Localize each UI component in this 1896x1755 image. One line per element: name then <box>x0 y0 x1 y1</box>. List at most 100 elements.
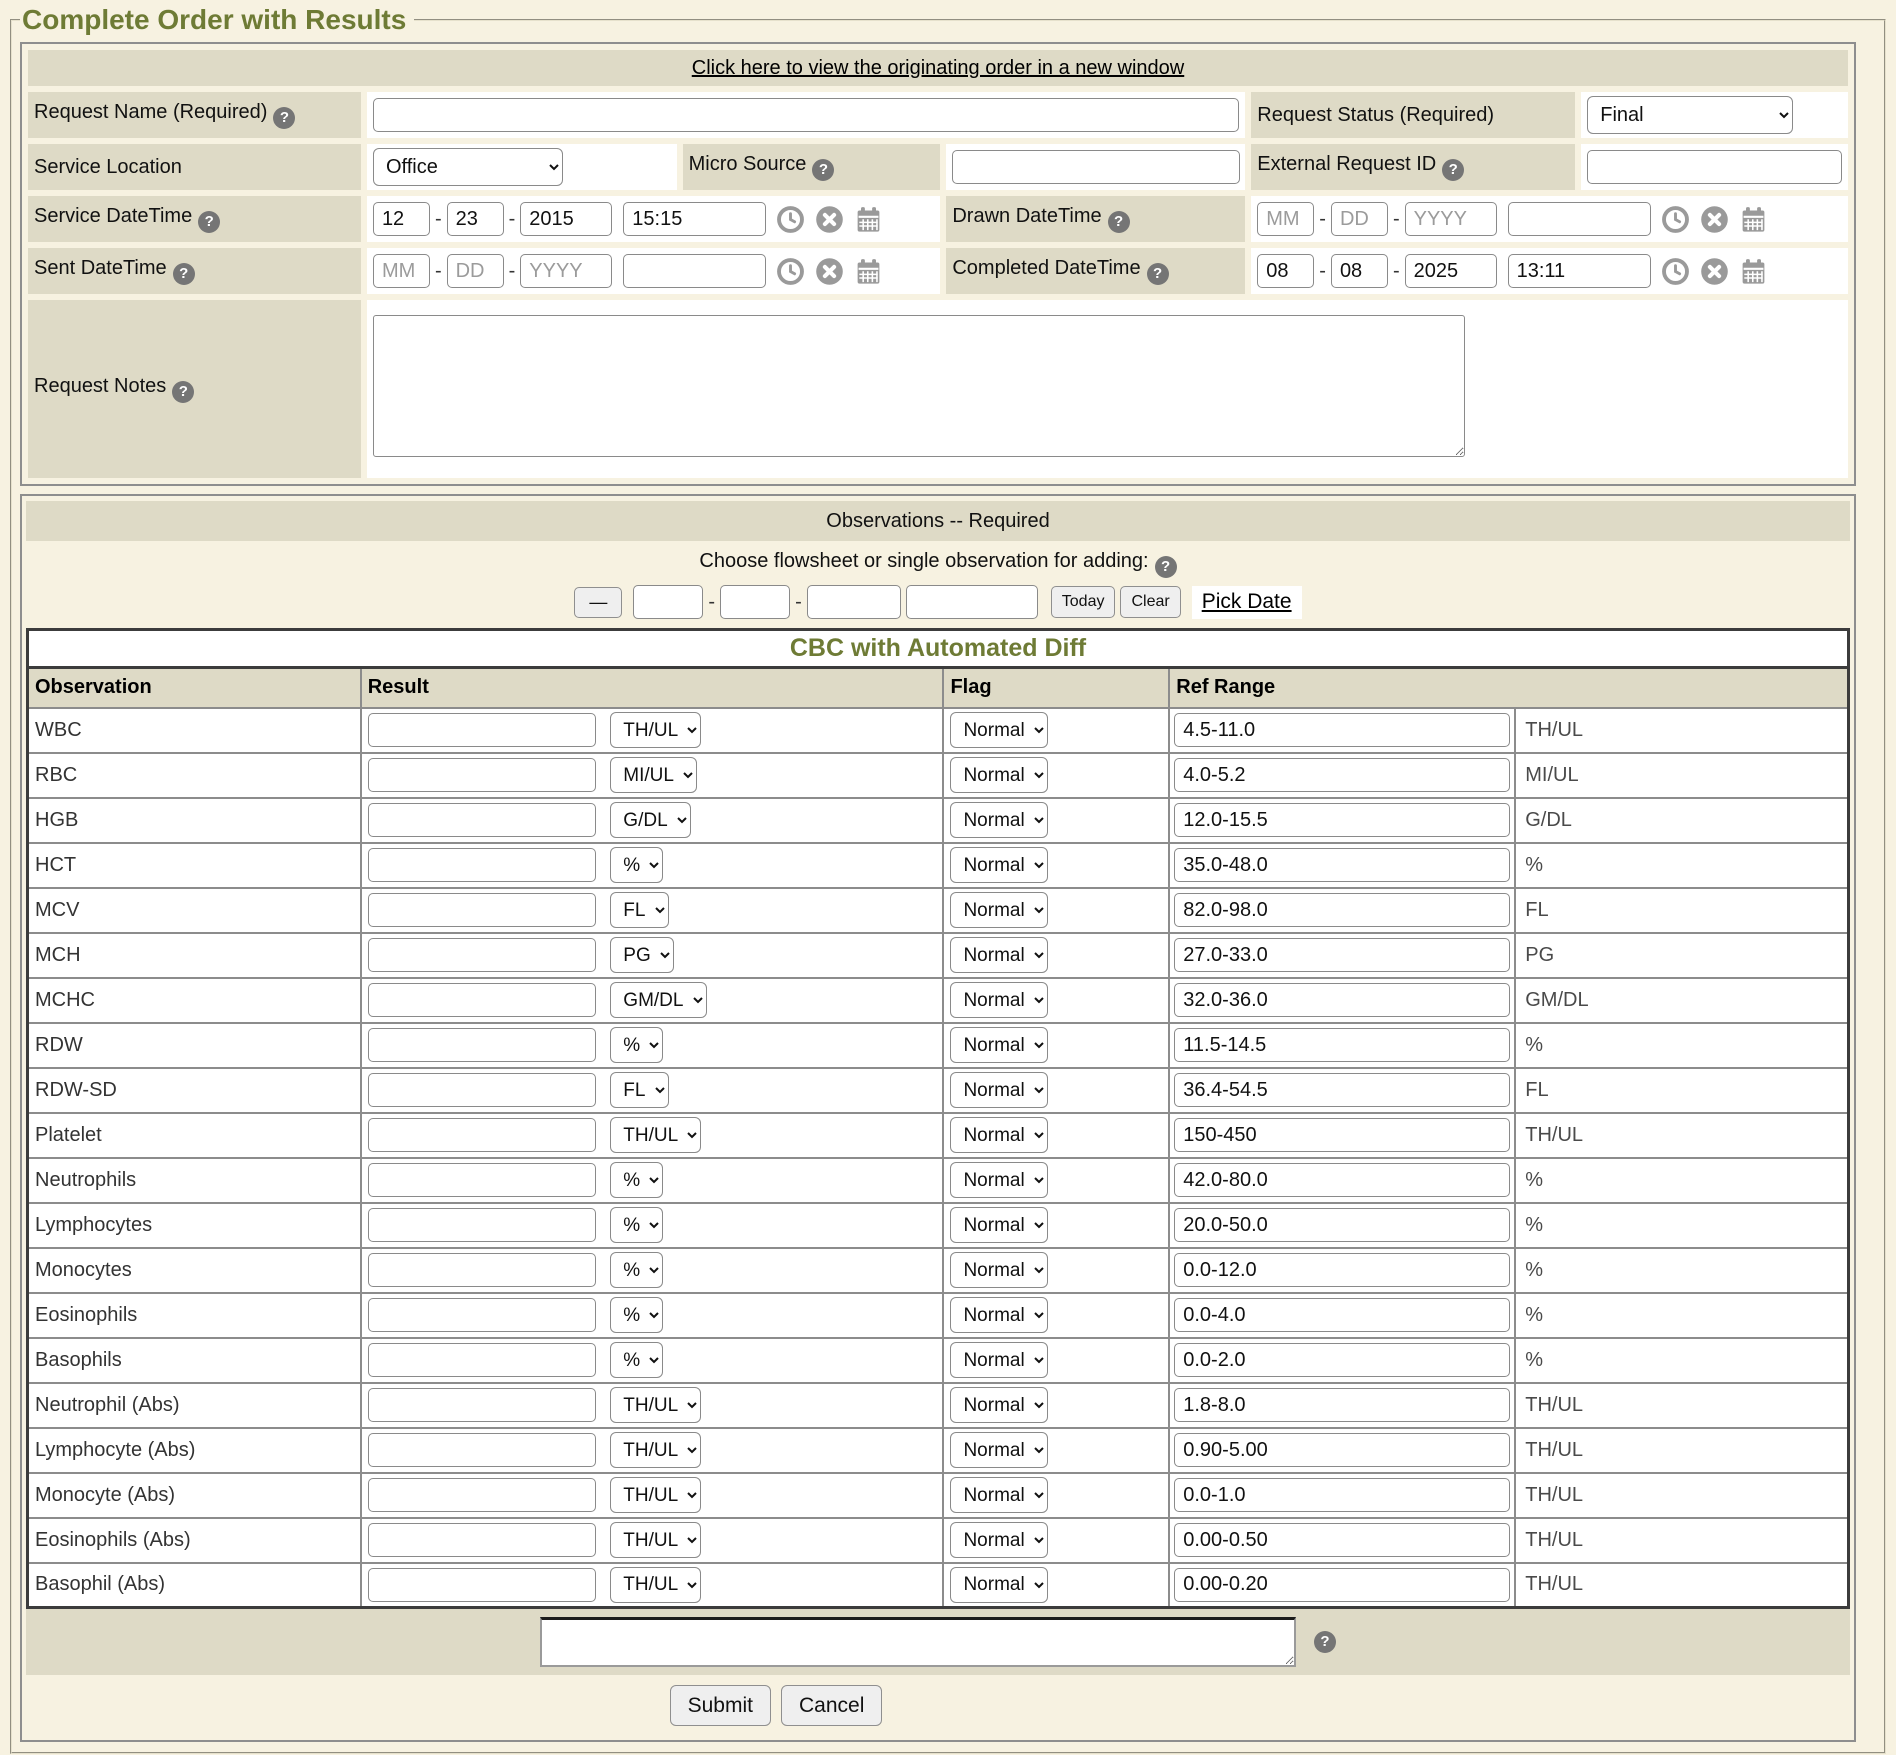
result-unit-select[interactable]: % <box>610 1207 663 1243</box>
drawn-year-input[interactable] <box>1405 202 1497 236</box>
ref-range-input[interactable] <box>1174 1433 1510 1467</box>
result-input[interactable] <box>368 1208 596 1242</box>
flag-select[interactable]: Normal <box>950 1567 1048 1603</box>
flag-select[interactable]: Normal <box>950 937 1048 973</box>
service-location-select[interactable]: Office <box>373 148 563 186</box>
flag-select[interactable]: Normal <box>950 1207 1048 1243</box>
result-input[interactable] <box>368 983 596 1017</box>
calendar-icon[interactable] <box>1739 257 1768 286</box>
help-icon[interactable]: ? <box>173 263 195 285</box>
micro-source-input[interactable] <box>952 150 1240 184</box>
flag-select[interactable]: Normal <box>950 1342 1048 1378</box>
request-name-input[interactable] <box>373 98 1239 132</box>
clock-icon[interactable] <box>1661 205 1690 234</box>
flag-select[interactable]: Normal <box>950 1522 1048 1558</box>
flag-select[interactable]: Normal <box>950 802 1048 838</box>
sent-time-input[interactable] <box>623 254 766 288</box>
completed-time-input[interactable] <box>1508 254 1651 288</box>
result-input[interactable] <box>368 1253 596 1287</box>
result-input[interactable] <box>368 1118 596 1152</box>
help-icon[interactable]: ? <box>1314 1631 1336 1653</box>
result-input[interactable] <box>368 1433 596 1467</box>
result-unit-select[interactable]: % <box>610 1027 663 1063</box>
flag-select[interactable]: Normal <box>950 1027 1048 1063</box>
result-unit-select[interactable]: GM/DL <box>610 982 707 1018</box>
flag-select[interactable]: Normal <box>950 1162 1048 1198</box>
sent-year-input[interactable] <box>520 254 612 288</box>
result-input[interactable] <box>368 893 596 927</box>
service-year-input[interactable] <box>520 202 612 236</box>
result-unit-select[interactable]: TH/UL <box>610 712 701 748</box>
flag-select[interactable]: Normal <box>950 1432 1048 1468</box>
result-input[interactable] <box>368 713 596 747</box>
service-month-input[interactable] <box>373 202 430 236</box>
completed-month-input[interactable] <box>1257 254 1314 288</box>
clock-icon[interactable] <box>1661 257 1690 286</box>
request-notes-textarea[interactable] <box>373 315 1465 457</box>
help-icon[interactable]: ? <box>812 159 834 181</box>
sent-month-input[interactable] <box>373 254 430 288</box>
calendar-icon[interactable] <box>1739 205 1768 234</box>
ref-range-input[interactable] <box>1174 1118 1510 1152</box>
help-icon[interactable]: ? <box>198 211 220 233</box>
flag-select[interactable]: Normal <box>950 757 1048 793</box>
result-input[interactable] <box>368 1343 596 1377</box>
ref-range-input[interactable] <box>1174 1208 1510 1242</box>
result-input[interactable] <box>368 1163 596 1197</box>
result-input[interactable] <box>368 803 596 837</box>
help-icon[interactable]: ? <box>172 381 194 403</box>
ref-range-input[interactable] <box>1174 713 1510 747</box>
ref-range-input[interactable] <box>1174 1298 1510 1332</box>
flag-select[interactable]: Normal <box>950 1477 1048 1513</box>
service-day-input[interactable] <box>447 202 504 236</box>
clear-datetime-icon[interactable] <box>1700 205 1729 234</box>
completed-day-input[interactable] <box>1331 254 1388 288</box>
drawn-month-input[interactable] <box>1257 202 1314 236</box>
clear-datetime-icon[interactable] <box>1700 257 1729 286</box>
flag-select[interactable]: Normal <box>950 1297 1048 1333</box>
completed-year-input[interactable] <box>1405 254 1497 288</box>
clock-icon[interactable] <box>776 205 805 234</box>
flag-select[interactable]: Normal <box>950 1252 1048 1288</box>
help-icon[interactable]: ? <box>1147 263 1169 285</box>
result-input[interactable] <box>368 1523 596 1557</box>
help-icon[interactable]: ? <box>273 107 295 129</box>
view-originating-order-link[interactable]: Click here to view the originating order… <box>692 57 1184 79</box>
ref-range-input[interactable] <box>1174 1163 1510 1197</box>
result-unit-select[interactable]: FL <box>610 892 669 928</box>
help-icon[interactable]: ? <box>1442 159 1464 181</box>
drawn-day-input[interactable] <box>1331 202 1388 236</box>
result-unit-select[interactable]: TH/UL <box>610 1387 701 1423</box>
result-input[interactable] <box>368 938 596 972</box>
result-input[interactable] <box>368 1568 596 1602</box>
result-input[interactable] <box>368 1298 596 1332</box>
flowsheet-date-time-input[interactable] <box>906 585 1038 619</box>
help-icon[interactable]: ? <box>1108 211 1130 233</box>
result-unit-select[interactable]: % <box>610 1297 663 1333</box>
flag-select[interactable]: Normal <box>950 1387 1048 1423</box>
drawn-time-input[interactable] <box>1508 202 1651 236</box>
result-unit-select[interactable]: TH/UL <box>610 1432 701 1468</box>
clear-button[interactable]: Clear <box>1120 586 1180 618</box>
help-icon[interactable]: ? <box>1155 556 1177 578</box>
result-unit-select[interactable]: G/DL <box>610 802 691 838</box>
ref-range-input[interactable] <box>1174 983 1510 1017</box>
result-input[interactable] <box>368 848 596 882</box>
flag-select[interactable]: Normal <box>950 712 1048 748</box>
flag-select[interactable]: Normal <box>950 982 1048 1018</box>
ref-range-input[interactable] <box>1174 1388 1510 1422</box>
remove-flowsheet-button[interactable]: — <box>574 587 622 618</box>
flowsheet-date-year-input[interactable] <box>807 585 901 619</box>
result-input[interactable] <box>368 1073 596 1107</box>
result-unit-select[interactable]: % <box>610 1252 663 1288</box>
result-input[interactable] <box>368 758 596 792</box>
result-unit-select[interactable]: MI/UL <box>610 757 697 793</box>
result-unit-select[interactable]: TH/UL <box>610 1477 701 1513</box>
ref-range-input[interactable] <box>1174 938 1510 972</box>
ref-range-input[interactable] <box>1174 1343 1510 1377</box>
ref-range-input[interactable] <box>1174 1073 1510 1107</box>
result-unit-select[interactable]: % <box>610 1342 663 1378</box>
result-unit-select[interactable]: % <box>610 847 663 883</box>
clear-datetime-icon[interactable] <box>815 205 844 234</box>
flag-select[interactable]: Normal <box>950 1072 1048 1108</box>
